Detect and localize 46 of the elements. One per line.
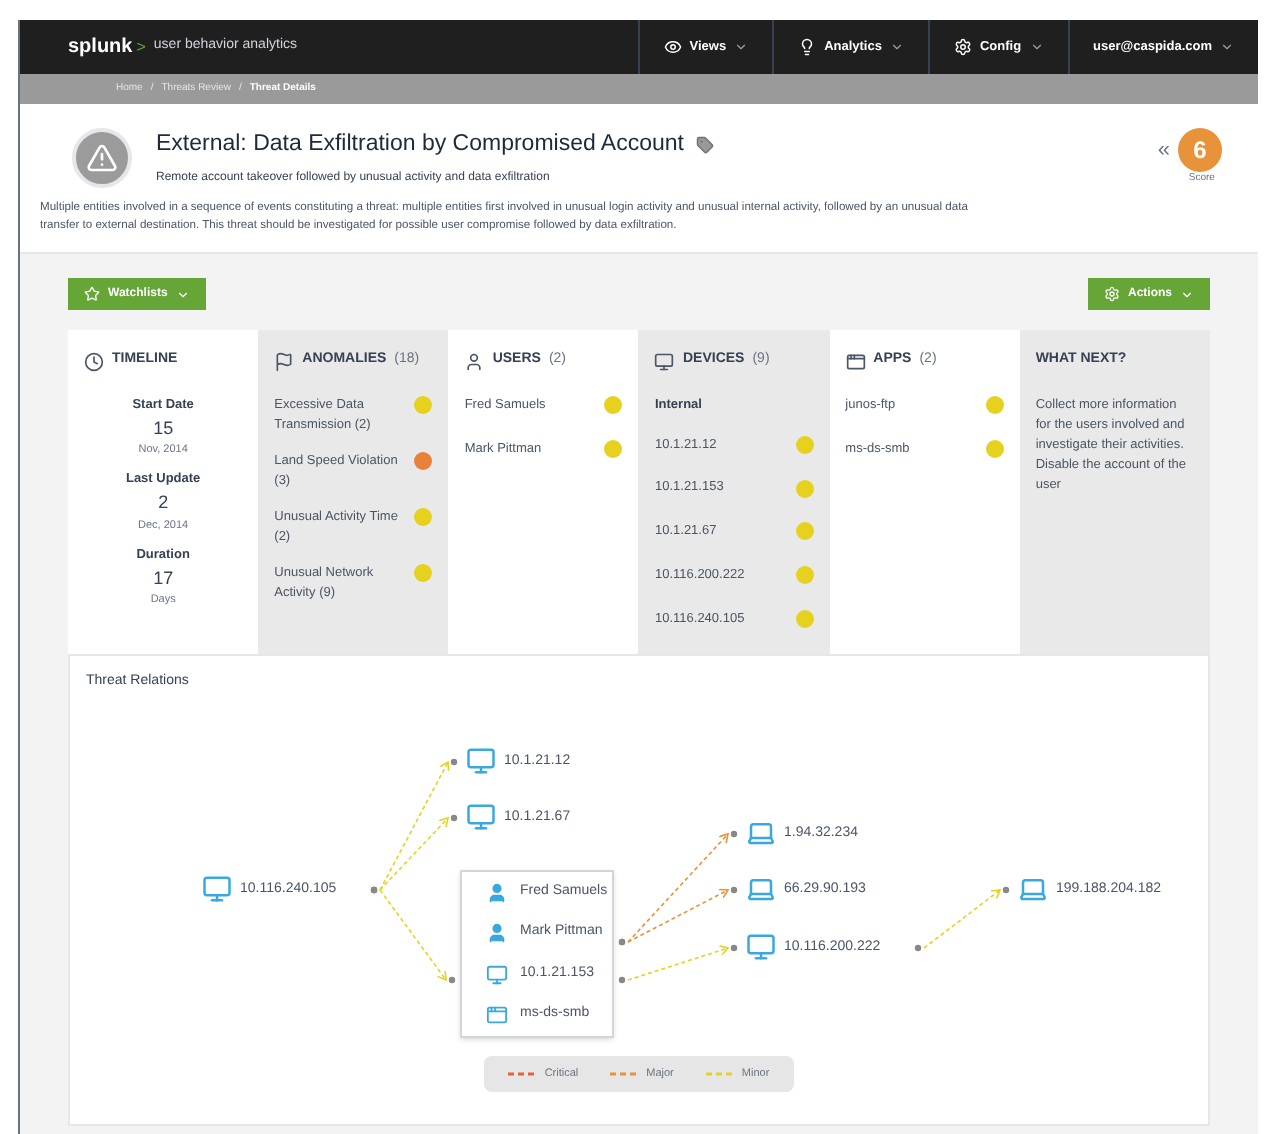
anchor-dot: [730, 886, 738, 893]
anchor-dot: [450, 814, 458, 821]
threat-title: External: Data Exfiltration by Compromised Account: [156, 130, 684, 160]
collapse-button[interactable]: «: [1157, 133, 1170, 167]
logo: splunk: [68, 34, 133, 62]
anchor-dot: [730, 944, 738, 951]
monitor-icon: [202, 874, 232, 905]
timeline-value: 17: [153, 565, 174, 591]
anchor-dot: [914, 944, 922, 951]
warning-icon: [72, 128, 132, 188]
caret-icon: [1180, 287, 1194, 302]
timeline-value: 2: [158, 490, 169, 516]
user-icon: [464, 351, 485, 371]
star-icon: [84, 286, 100, 303]
anchor-dot: [1002, 886, 1010, 893]
logo-arrow: >: [136, 35, 146, 59]
caret-icon: [1029, 40, 1044, 54]
tag-icon: [695, 136, 714, 155]
score-badge: 6: [1178, 128, 1222, 172]
flag-icon: [274, 351, 295, 371]
user-icon: [486, 922, 508, 944]
user-icon: [486, 881, 508, 903]
caret-icon: [1220, 40, 1234, 54]
monitor-icon: [746, 932, 776, 963]
gear-icon: [953, 38, 972, 56]
monitor-icon: [466, 746, 496, 777]
laptop-icon: [746, 874, 776, 905]
caret-icon: [175, 287, 190, 302]
caret-icon: [889, 40, 904, 54]
eye-icon: [663, 38, 682, 56]
monitor-icon: [486, 963, 508, 985]
app-icon: [845, 351, 866, 371]
app-icon: [486, 1004, 508, 1026]
laptop-icon: [746, 818, 776, 849]
laptop-icon: [1018, 874, 1048, 905]
caret-icon: [734, 40, 749, 54]
anchor-dot: [450, 758, 458, 765]
monitor-icon: [466, 802, 496, 833]
lightbulb-icon: [798, 38, 817, 56]
monitor-icon: [654, 351, 675, 371]
anchor-dot: [730, 830, 738, 837]
anchor-dot: [448, 976, 456, 983]
timeline-value: 15: [153, 415, 174, 441]
gear-icon: [1103, 286, 1120, 303]
clock-icon: [84, 351, 104, 371]
anchor-dot: [618, 976, 626, 983]
